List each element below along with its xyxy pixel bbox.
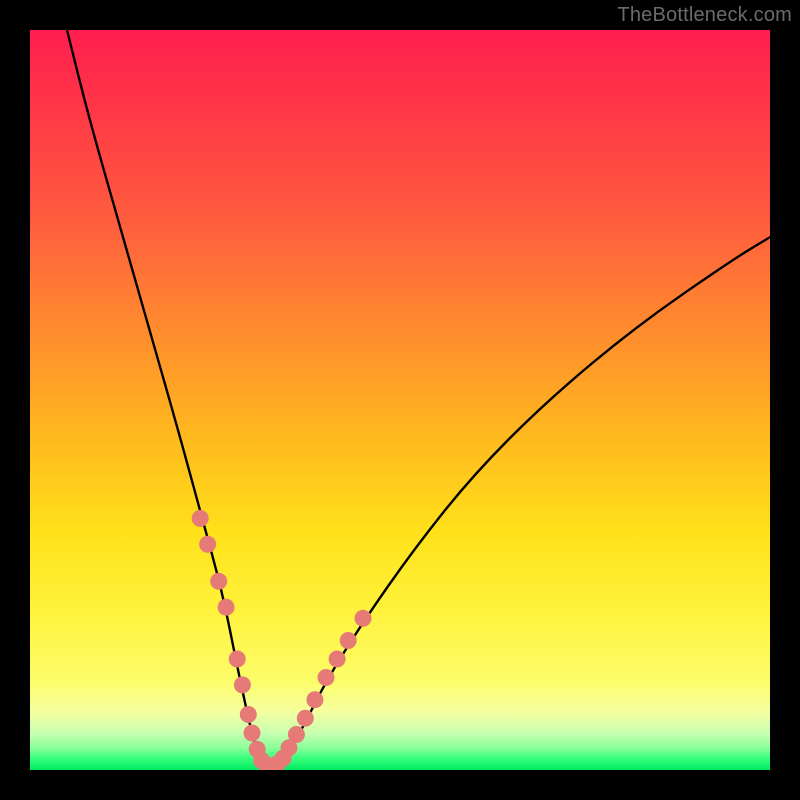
dot	[240, 706, 257, 723]
plot-area	[30, 30, 770, 770]
dot	[306, 691, 323, 708]
dot	[244, 725, 261, 742]
dot	[297, 710, 314, 727]
watermark-text: TheBottleneck.com	[617, 4, 792, 27]
chart-frame: TheBottleneck.com	[0, 0, 800, 800]
dot	[234, 676, 251, 693]
dot	[199, 536, 216, 553]
dot	[288, 726, 305, 743]
highlight-dots	[192, 510, 372, 770]
bottleneck-curve	[67, 30, 770, 766]
dot	[192, 510, 209, 527]
dot	[355, 610, 372, 627]
dot	[340, 632, 357, 649]
dot	[210, 573, 227, 590]
dot	[318, 669, 335, 686]
dot	[229, 651, 246, 668]
dot	[329, 651, 346, 668]
dot	[218, 599, 235, 616]
chart-svg	[30, 30, 770, 770]
